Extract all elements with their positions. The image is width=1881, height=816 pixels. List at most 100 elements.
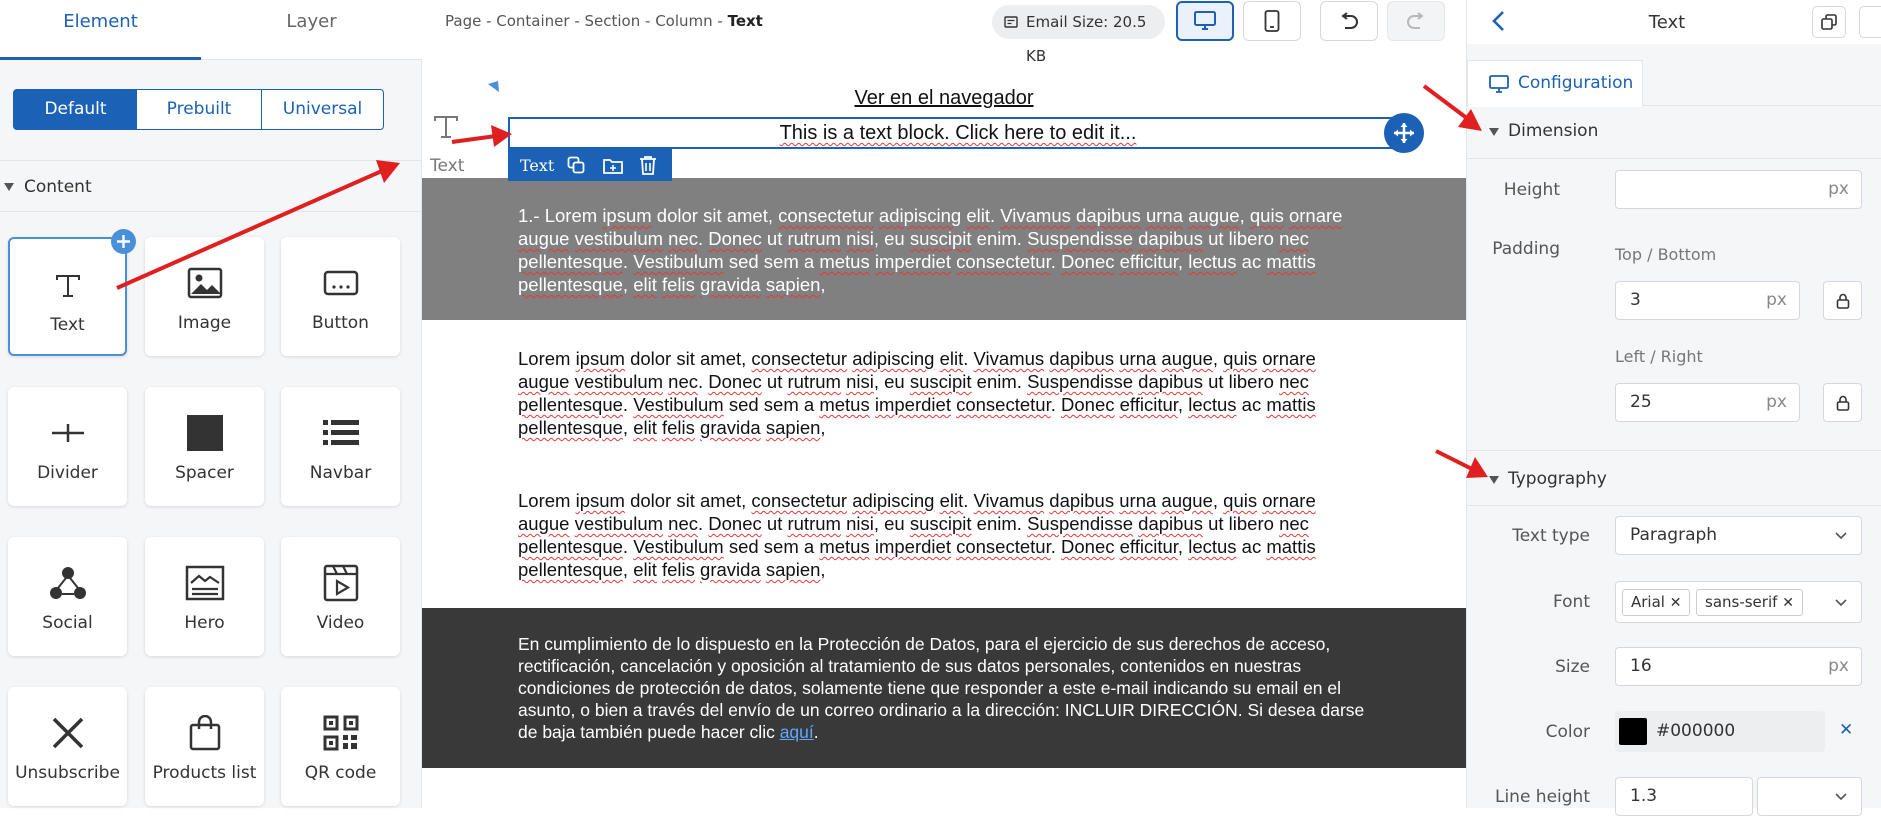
duplicate-icon[interactable]	[567, 156, 585, 174]
mobile-view-button[interactable]	[1243, 1, 1301, 41]
chevron-down-icon	[1835, 532, 1847, 540]
paragraph-3[interactable]: Lorem ipsum dolor sit amet, consectetur …	[518, 489, 1368, 581]
collapse-triangle-icon	[1489, 128, 1499, 136]
desktop-view-button[interactable]	[1176, 1, 1234, 41]
email-size-text: Email Size: 20.5 KB	[1026, 13, 1147, 65]
element-card-qr-code[interactable]: QR code	[281, 687, 400, 806]
tab-element[interactable]: Element	[0, 0, 201, 60]
email-canvas: Page - Container - Section - Column - Te…	[422, 0, 1466, 808]
height-input[interactable]: px	[1615, 170, 1862, 209]
undo-button[interactable]	[1320, 1, 1378, 41]
undo-icon	[1341, 12, 1358, 29]
padding-left-right-unit: px	[1766, 392, 1787, 412]
lock-icon	[1836, 293, 1849, 309]
padding-lock-button-top-bottom[interactable]	[1823, 281, 1862, 320]
padding-lock-button-left-right[interactable]	[1823, 383, 1862, 422]
redo-button[interactable]	[1387, 1, 1445, 41]
footer-legal-section[interactable]: En cumplimiento de lo dispuesto en la Pr…	[422, 608, 1466, 768]
element-card-video[interactable]: Video	[281, 537, 400, 656]
content-section-header[interactable]: Content	[0, 160, 422, 212]
dimension-section-header[interactable]: Dimension	[1467, 103, 1881, 159]
segment-universal[interactable]: Universal	[261, 89, 384, 130]
add-plus-icon[interactable]	[111, 229, 136, 254]
divider-icon	[8, 411, 127, 455]
line-height-input[interactable]: 1.3	[1615, 777, 1753, 816]
selected-text-block[interactable]: This is a text block. Click here to edit…	[508, 117, 1408, 149]
color-label: Color	[1545, 722, 1590, 742]
desktop-icon	[1194, 11, 1216, 30]
more-actions-button[interactable]	[1859, 6, 1881, 38]
font-tag-sans-serif[interactable]: sans-serif ✕	[1696, 589, 1803, 616]
segment-default[interactable]: Default	[13, 89, 138, 130]
paragraph-text[interactable]: Lorem ipsum dolor sit amet, consectetur …	[518, 205, 1342, 295]
tab-layer[interactable]: Layer	[201, 0, 422, 60]
element-card-hero[interactable]: Hero	[145, 537, 264, 656]
element-panel: Element Layer Default Prebuilt Universal…	[0, 0, 422, 808]
padding-top-bottom-unit: px	[1766, 290, 1787, 310]
padding-top-bottom-value: 3	[1630, 290, 1641, 310]
left-right-label: Left / Right	[1615, 347, 1703, 366]
padding-top-bottom-input[interactable]: 3 px	[1615, 281, 1800, 320]
gray-text-section[interactable]: 1.- Lorem ipsum dolor sit amet, consecte…	[422, 178, 1466, 320]
color-swatch[interactable]	[1619, 718, 1647, 745]
delete-icon[interactable]	[639, 155, 657, 175]
font-label: Font	[1552, 592, 1590, 612]
height-label: Height	[1503, 180, 1560, 200]
unsubscribe-link[interactable]: aquí	[780, 722, 814, 742]
element-card-label: Social	[42, 613, 93, 633]
element-card-products-list[interactable]: Products list	[145, 687, 264, 806]
dimension-title: Dimension	[1508, 121, 1599, 141]
size-input[interactable]: 16 px	[1615, 647, 1862, 686]
segment-prebuilt[interactable]: Prebuilt	[137, 89, 262, 130]
breadcrumb[interactable]: Page - Container - Section - Column - Te…	[445, 12, 763, 30]
copy-style-button[interactable]	[1812, 6, 1846, 38]
text-type-select[interactable]: Paragraph	[1615, 516, 1862, 555]
element-card-button[interactable]: Button	[281, 237, 400, 356]
footer-text[interactable]: En cumplimiento de lo dispuesto en la Pr…	[518, 633, 1368, 743]
paragraph-2[interactable]: Lorem ipsum dolor sit amet, consectetur …	[518, 347, 1368, 439]
element-card-label: Spacer	[175, 463, 234, 483]
line-height-unit-select[interactable]	[1757, 777, 1862, 816]
text-type-value: Paragraph	[1630, 525, 1718, 545]
monitor-icon	[1489, 75, 1509, 93]
collapse-triangle-icon	[1489, 476, 1499, 484]
element-card-unsubscribe[interactable]: Unsubscribe	[8, 687, 127, 806]
element-card-image[interactable]: Image	[145, 237, 264, 356]
view-in-browser-link[interactable]: Ver en el navegador	[422, 87, 1466, 110]
typography-section-header[interactable]: Typography	[1467, 450, 1881, 506]
clear-color-icon[interactable]: ✕	[1839, 720, 1853, 740]
panel-tabs: Element Layer	[0, 0, 422, 60]
element-card-navbar[interactable]: Navbar	[281, 387, 400, 506]
video-icon	[281, 561, 400, 605]
button-icon	[281, 261, 400, 305]
element-card-divider[interactable]: Divider	[8, 387, 127, 506]
element-card-social[interactable]: Social	[8, 537, 127, 656]
color-picker[interactable]: #000000	[1615, 711, 1825, 752]
chevron-down-icon	[1835, 793, 1847, 801]
element-card-label: Products list	[152, 763, 257, 783]
font-multiselect[interactable]: Arial ✕ sans-serif ✕	[1615, 581, 1862, 623]
breadcrumb-path[interactable]: Page - Container - Section - Column -	[445, 12, 728, 30]
move-icon	[1394, 123, 1414, 143]
text-icon	[10, 263, 125, 307]
selection-label: Text	[520, 156, 555, 175]
element-card-label: Image	[177, 313, 232, 333]
padding-left-right-input[interactable]: 25 px	[1615, 383, 1800, 422]
element-card-label: Text	[50, 315, 85, 335]
save-block-icon[interactable]	[603, 157, 623, 174]
properties-panel: Text Configuration Dimension Height px P…	[1466, 0, 1881, 816]
redo-icon	[1407, 12, 1424, 29]
element-card-text[interactable]: Text	[8, 237, 127, 356]
paragraph-1[interactable]: 1.- Lorem ipsum dolor sit amet, consecte…	[518, 204, 1368, 296]
tab-configuration[interactable]: Configuration	[1467, 60, 1643, 107]
image-icon	[145, 261, 264, 305]
size-unit: px	[1828, 656, 1849, 676]
navbar-icon	[281, 411, 400, 455]
remove-tag-icon[interactable]: ✕	[1782, 595, 1794, 611]
remove-tag-icon[interactable]: ✕	[1670, 595, 1682, 611]
text-block-content[interactable]: This is a text block. Click here to edit…	[780, 122, 1137, 144]
move-handle-button[interactable]	[1384, 113, 1424, 153]
element-card-spacer[interactable]: Spacer	[145, 387, 264, 506]
font-tag-arial[interactable]: Arial ✕	[1622, 589, 1691, 616]
selection-toolbar: Text	[508, 149, 672, 181]
